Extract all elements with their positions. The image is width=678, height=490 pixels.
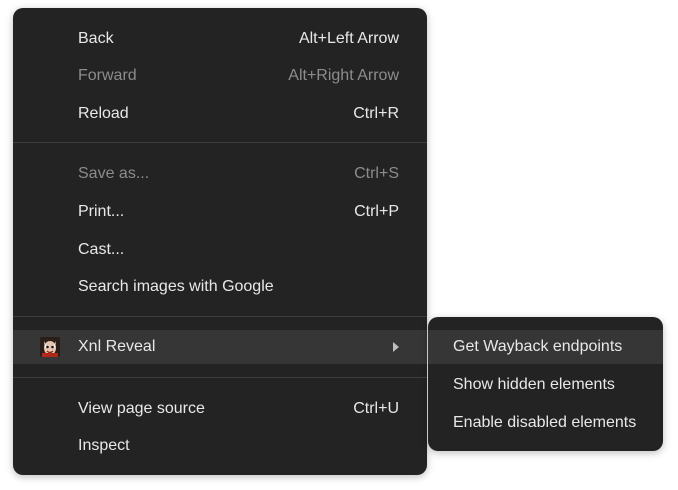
context-menu: Back Alt+Left Arrow Forward Alt+Right Ar… bbox=[13, 8, 427, 475]
menu-item-cast[interactable]: Cast... bbox=[13, 233, 427, 267]
shortcut-label: Ctrl+U bbox=[353, 400, 399, 417]
menu-separator bbox=[13, 142, 427, 143]
submenu-arrow-icon bbox=[393, 342, 399, 352]
menu-item-reload[interactable]: Reload Ctrl+R bbox=[13, 97, 427, 131]
menu-item-search-images[interactable]: Search images with Google bbox=[13, 270, 427, 304]
menu-item-inspect[interactable]: Inspect bbox=[13, 429, 427, 463]
menu-item-label: Xnl Reveal bbox=[78, 338, 156, 355]
menu-item-print[interactable]: Print... Ctrl+P bbox=[13, 195, 427, 229]
stage: Back Alt+Left Arrow Forward Alt+Right Ar… bbox=[0, 0, 678, 490]
menu-item-label: Save as... bbox=[78, 165, 150, 182]
menu-item-save-as: Save as... Ctrl+S bbox=[13, 157, 427, 191]
menu-separator bbox=[13, 316, 427, 317]
submenu-item-enable-disabled-elements[interactable]: Enable disabled elements bbox=[428, 406, 663, 440]
menu-item-label: Forward bbox=[78, 67, 137, 84]
menu-item-label: Back bbox=[78, 30, 114, 47]
menu-item-label: Inspect bbox=[78, 437, 130, 454]
submenu-item-get-wayback-endpoints[interactable]: Get Wayback endpoints bbox=[428, 330, 663, 364]
shortcut-label: Ctrl+R bbox=[353, 105, 399, 122]
menu-item-back[interactable]: Back Alt+Left Arrow bbox=[13, 22, 427, 56]
menu-item-label: Cast... bbox=[78, 241, 125, 258]
shortcut-label: Alt+Left Arrow bbox=[298, 30, 399, 47]
menu-item-label: View page source bbox=[78, 400, 205, 417]
shortcut-label: Ctrl+S bbox=[354, 165, 399, 182]
xnl-reveal-extension-icon bbox=[40, 337, 60, 357]
shortcut-label: Alt+Right Arrow bbox=[288, 67, 399, 84]
menu-item-label: Print... bbox=[78, 203, 125, 220]
menu-item-forward: Forward Alt+Right Arrow bbox=[13, 59, 427, 93]
menu-item-label: Reload bbox=[78, 105, 129, 122]
shortcut-label: Ctrl+P bbox=[354, 203, 399, 220]
xnl-reveal-submenu: Get Wayback endpoints Show hidden elemen… bbox=[428, 317, 663, 451]
menu-item-view-source[interactable]: View page source Ctrl+U bbox=[13, 392, 427, 426]
menu-item-label: Search images with Google bbox=[78, 278, 274, 295]
menu-item-xnl-reveal[interactable]: Xnl Reveal bbox=[13, 330, 427, 364]
menu-separator bbox=[13, 377, 427, 378]
submenu-item-show-hidden-elements[interactable]: Show hidden elements bbox=[428, 368, 663, 402]
